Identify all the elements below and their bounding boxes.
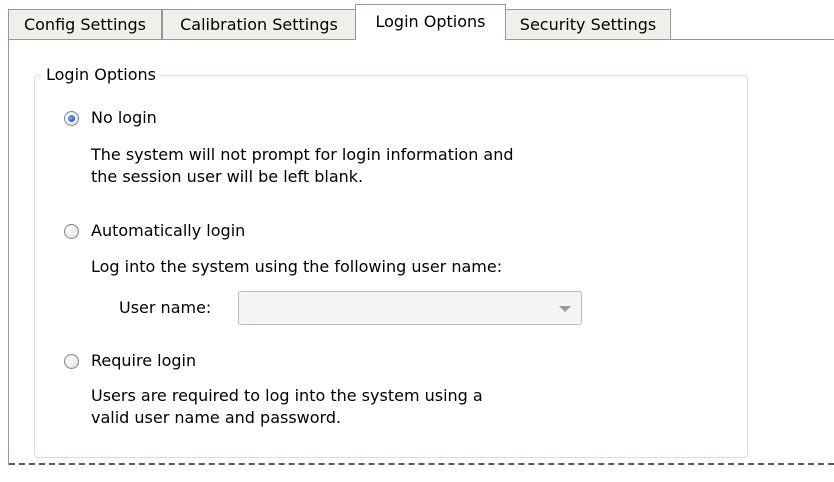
require-login-label[interactable]: Require login	[91, 350, 196, 372]
tab-calibration-settings[interactable]: Calibration Settings	[162, 9, 356, 40]
username-label: User name:	[119, 298, 212, 317]
chevron-down-icon[interactable]	[559, 306, 571, 312]
groupbox-title: Login Options	[42, 64, 160, 86]
no-login-label[interactable]: No login	[91, 107, 157, 129]
panel-left-border	[8, 39, 9, 465]
settings-dialog: Config Settings Calibration Settings Log…	[0, 0, 834, 482]
panel-bottom-border	[9, 463, 834, 465]
username-dropdown[interactable]	[238, 291, 582, 325]
no-login-radio[interactable]	[64, 111, 79, 126]
no-login-description-line-1: The system will not prompt for login inf…	[91, 145, 514, 164]
require-login-description-line-2: valid user name and password.	[91, 408, 342, 427]
require-login-description-line-1: Users are required to log into the syste…	[91, 386, 483, 405]
tab-login-options[interactable]: Login Options	[355, 4, 506, 40]
require-login-radio[interactable]	[64, 354, 79, 369]
automatically-login-label[interactable]: Automatically login	[91, 220, 245, 242]
no-login-description-line-2: the session user will be left blank.	[91, 167, 364, 186]
automatically-login-description: Log into the system using the following …	[91, 257, 503, 276]
tab-security-settings[interactable]: Security Settings	[505, 9, 671, 40]
tab-config-settings[interactable]: Config Settings	[8, 9, 162, 40]
automatically-login-radio[interactable]	[64, 224, 79, 239]
